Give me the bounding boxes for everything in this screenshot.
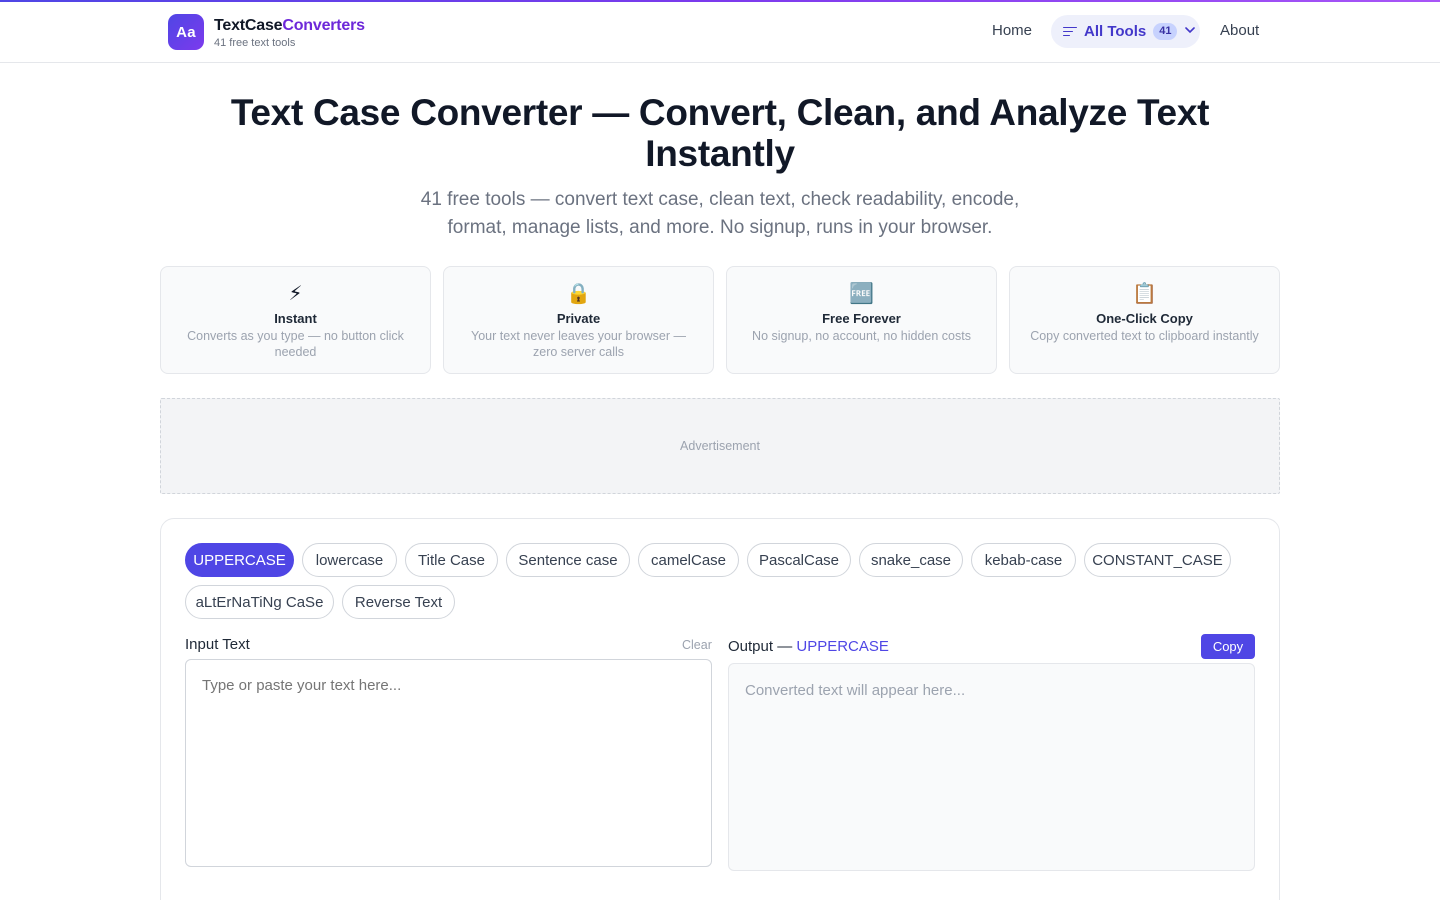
brand-name-main: TextCase	[214, 17, 283, 34]
mode-kebab-case-button[interactable]: kebab-case	[971, 543, 1076, 577]
mode-snake-case-button[interactable]: snake_case	[859, 543, 963, 577]
tools-count-badge: 41	[1153, 23, 1178, 40]
mode-alternating-case-button[interactable]: aLtErNaTiNg CaSe	[185, 585, 334, 619]
feature-description: Copy converted text to clipboard instant…	[1030, 329, 1259, 343]
chevron-down-icon	[1185, 26, 1196, 37]
free-icon: 🆓	[849, 283, 874, 305]
brand-name: TextCaseConverters	[214, 17, 365, 35]
mode-constant-case-button[interactable]: CONSTANT_CASE	[1084, 543, 1231, 577]
feature-description: Converts as you type — no button click n…	[187, 329, 404, 359]
mode-camelcase-button[interactable]: camelCase	[638, 543, 739, 577]
output-placeholder: Converted text will appear here...	[745, 682, 966, 699]
site-header: Aa TextCaseConverters 41 free text tools…	[0, 2, 1440, 63]
page-title: Text Case Converter — Convert, Clean, an…	[230, 92, 1210, 174]
feature-description: No signup, no account, no hidden costs	[752, 329, 971, 343]
nav-home-link[interactable]: Home	[992, 22, 1032, 39]
input-textarea[interactable]	[185, 659, 712, 867]
feature-card-private: 🔒 Private Your text never leaves your br…	[443, 266, 714, 374]
logo-icon[interactable]: Aa	[168, 14, 204, 50]
feature-description: Your text never leaves your browser — ze…	[471, 329, 686, 359]
brand-name-accent: Converters	[282, 17, 365, 34]
brand-tagline: 41 free text tools	[214, 37, 296, 49]
mode-uppercase-button[interactable]: UPPERCASE	[185, 543, 294, 577]
lightning-icon: ⚡	[288, 283, 303, 305]
list-icon	[1063, 26, 1077, 37]
feature-card-free: 🆓 Free Forever No signup, no account, no…	[726, 266, 997, 374]
feature-title: Free Forever	[822, 311, 901, 326]
mode-reverse-text-button[interactable]: Reverse Text	[342, 585, 455, 619]
copy-button[interactable]: Copy	[1201, 634, 1255, 659]
output-label: Output — UPPERCASE	[728, 638, 889, 655]
mode-lowercase-button[interactable]: lowercase	[302, 543, 397, 577]
input-label: Input Text	[185, 636, 250, 653]
clipboard-icon: 📋	[1132, 283, 1157, 305]
advertisement-label: Advertisement	[680, 439, 760, 453]
mode-title-case-button[interactable]: Title Case	[405, 543, 498, 577]
output-box[interactable]: Converted text will appear here...	[728, 663, 1255, 871]
page-subtitle: 41 free tools — convert text case, clean…	[420, 189, 1020, 238]
mode-sentence-case-button[interactable]: Sentence case	[506, 543, 630, 577]
feature-title: Instant	[274, 311, 317, 326]
clear-button[interactable]: Clear	[682, 638, 712, 652]
nav-all-tools-label: All Tools	[1084, 23, 1147, 40]
lock-icon: 🔒	[566, 283, 591, 305]
feature-cards: ⚡ Instant Converts as you type — no butt…	[160, 266, 1280, 374]
feature-title: Private	[556, 311, 601, 326]
mode-pascalcase-button[interactable]: PascalCase	[747, 543, 851, 577]
feature-title: One-Click Copy	[1096, 311, 1193, 326]
feature-card-copy: 📋 One-Click Copy Copy converted text to …	[1009, 266, 1280, 374]
advertisement-slot: Advertisement	[160, 398, 1280, 494]
nav-all-tools-dropdown[interactable]: All Tools 41	[1051, 15, 1200, 48]
output-mode-name: UPPERCASE	[796, 638, 889, 655]
feature-card-instant: ⚡ Instant Converts as you type — no butt…	[160, 266, 431, 374]
output-label-prefix: Output —	[728, 638, 793, 655]
nav-about-link[interactable]: About	[1220, 22, 1259, 39]
brand[interactable]: TextCaseConverters 41 free text tools	[214, 17, 365, 49]
